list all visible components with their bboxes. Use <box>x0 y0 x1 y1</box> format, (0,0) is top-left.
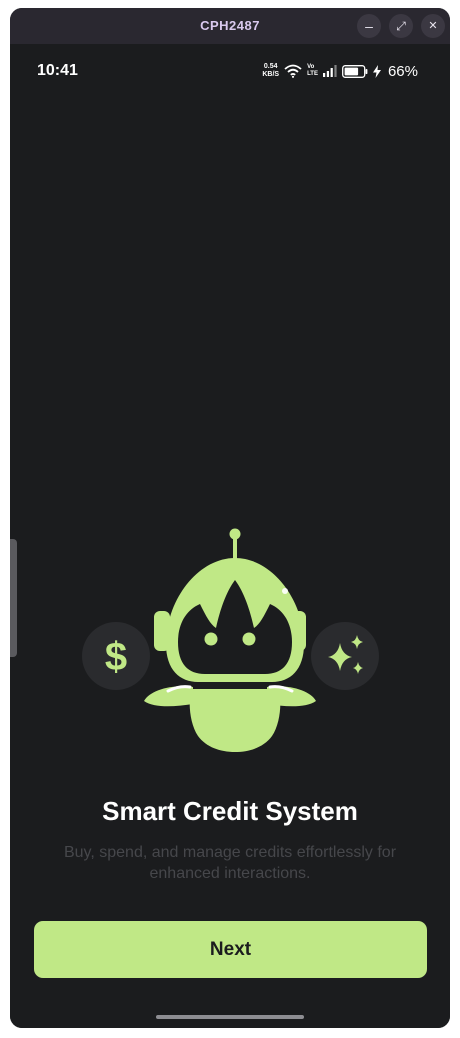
next-button[interactable]: Next <box>34 921 427 978</box>
minimize-button[interactable]: – <box>357 14 381 38</box>
dollar-icon: $ <box>82 622 150 690</box>
close-button[interactable]: ✕ <box>421 14 445 38</box>
robot-mascot-icon <box>144 528 316 752</box>
maximize-button[interactable]: ⤢ <box>389 14 413 38</box>
emulator-window: CPH2487 – ⤢ ✕ 10:41 0.54 KB/S Vo LTE 66%… <box>10 8 450 1028</box>
home-indicator[interactable] <box>156 1015 304 1019</box>
phone-screen: 10:41 0.54 KB/S Vo LTE 66% $ Smart Credi… <box>10 44 450 1028</box>
window-title: CPH2487 <box>200 18 260 33</box>
onboarding-title: Smart Credit System <box>102 796 358 826</box>
sparkles-icon <box>311 622 379 690</box>
svg-text:$: $ <box>105 635 127 679</box>
window-titlebar[interactable]: CPH2487 – ⤢ ✕ <box>10 8 450 44</box>
onboarding-description: Buy, spend, and manage credits effortles… <box>63 844 397 882</box>
